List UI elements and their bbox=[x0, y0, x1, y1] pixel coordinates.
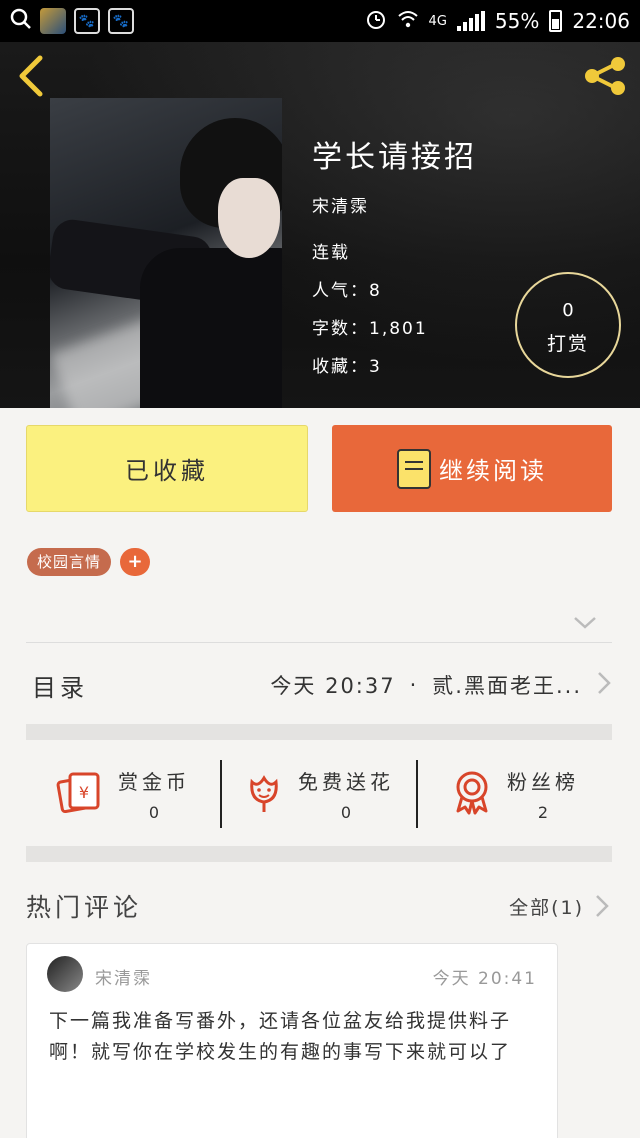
book-title: 学长请接招 bbox=[312, 140, 477, 175]
app-notification-icon bbox=[40, 8, 66, 34]
tip-count: 0 bbox=[562, 300, 574, 321]
send-flower-label: 免费送花 bbox=[298, 770, 394, 794]
share-icon bbox=[585, 57, 625, 95]
divider bbox=[26, 642, 612, 643]
all-comments-label: 全部(1) bbox=[509, 896, 584, 919]
network-type: 4G bbox=[428, 13, 447, 29]
chevron-left-icon bbox=[19, 55, 43, 97]
book-header: 学长请接招 宋清霂 连载 人气：8 字数：1,801 收藏：3 0 打赏 bbox=[0, 42, 640, 408]
book-author[interactable]: 宋清霂 bbox=[312, 192, 369, 217]
back-button[interactable] bbox=[16, 54, 56, 98]
red-envelope-icon: ¥ bbox=[56, 770, 104, 818]
svg-text:¥: ¥ bbox=[79, 783, 89, 802]
catalog-row[interactable]: 目录 今天 20:37 · 贰.黑面老王... bbox=[26, 646, 612, 724]
paw-icon: 🐾 bbox=[108, 8, 134, 34]
chevron-right-icon bbox=[596, 670, 612, 701]
add-tag-button[interactable]: + bbox=[120, 548, 150, 576]
comment-time: 今天 20:41 bbox=[432, 969, 537, 989]
reward-coins-button[interactable]: ¥ 赏金币 0 bbox=[26, 744, 220, 844]
book-popularity: 人气：8 bbox=[312, 281, 382, 301]
catalog-separator: · bbox=[409, 673, 419, 697]
clock: 22:06 bbox=[572, 9, 630, 33]
catalog-update-time: 今天 20:37 bbox=[270, 674, 396, 698]
battery-percent: 55% bbox=[494, 9, 540, 33]
book-word-count: 字数：1,801 bbox=[312, 319, 428, 339]
comments-header: 热门评论 全部(1) bbox=[26, 880, 612, 932]
flower-icon bbox=[244, 770, 284, 818]
comment-text: 下一篇我准备写番外，还请各位盆友给我提供料子啊！就写你在学校发生的有趣的事写下来… bbox=[49, 1010, 512, 1063]
collected-button[interactable]: 已收藏 bbox=[26, 425, 308, 512]
section-separator bbox=[26, 724, 612, 740]
chevron-right-icon bbox=[596, 895, 609, 917]
fan-ranking-button[interactable]: 粉丝榜 2 bbox=[418, 744, 612, 844]
book-favorites: 收藏：3 bbox=[312, 357, 382, 377]
book-cover[interactable] bbox=[50, 98, 282, 408]
avatar[interactable] bbox=[47, 956, 83, 992]
fan-ranking-label: 粉丝榜 bbox=[507, 770, 579, 794]
reward-coins-label: 赏金币 bbox=[118, 770, 190, 794]
medal-icon bbox=[451, 769, 493, 819]
share-button[interactable] bbox=[582, 56, 628, 96]
section-separator bbox=[26, 846, 612, 862]
reward-coins-value: 0 bbox=[148, 803, 160, 822]
send-flower-button[interactable]: 免费送花 0 bbox=[222, 744, 416, 844]
status-bar: 🐾 🐾 4G 55% 22:06 bbox=[0, 0, 640, 42]
continue-reading-button[interactable]: 继续阅读 bbox=[332, 425, 612, 512]
tip-button[interactable]: 0 打赏 bbox=[515, 272, 621, 378]
book-icon bbox=[397, 448, 431, 489]
battery-icon bbox=[549, 10, 563, 32]
catalog-label: 目录 bbox=[32, 673, 88, 702]
fan-ranking-value: 2 bbox=[537, 803, 549, 822]
all-comments-link[interactable]: 全部(1) bbox=[509, 893, 612, 920]
expand-button[interactable] bbox=[572, 612, 598, 632]
wifi-icon bbox=[397, 9, 419, 34]
send-flower-value: 0 bbox=[340, 803, 352, 822]
paw-icon: 🐾 bbox=[74, 8, 100, 34]
tip-label: 打赏 bbox=[546, 333, 589, 355]
catalog-latest-chapter: 贰.黑面老王... bbox=[432, 674, 582, 698]
continue-reading-label: 继续阅读 bbox=[439, 457, 547, 485]
collected-label: 已收藏 bbox=[125, 457, 209, 485]
alarm-icon bbox=[365, 8, 387, 35]
comment-card[interactable]: 宋清霂 今天 20:41 下一篇我准备写番外，还请各位盆友给我提供料子啊！就写你… bbox=[26, 943, 558, 1138]
stats-bar: ¥ 赏金币 0 免费送花 0 粉丝榜 2 bbox=[26, 744, 612, 844]
signal-icon bbox=[456, 11, 485, 31]
comment-author[interactable]: 宋清霂 bbox=[95, 964, 152, 989]
search-icon bbox=[10, 8, 32, 35]
book-status: 连载 bbox=[312, 243, 350, 263]
comments-title: 热门评论 bbox=[26, 893, 143, 922]
tag-campus-romance[interactable]: 校园言情 bbox=[27, 548, 112, 576]
chevron-down-icon bbox=[574, 617, 596, 629]
